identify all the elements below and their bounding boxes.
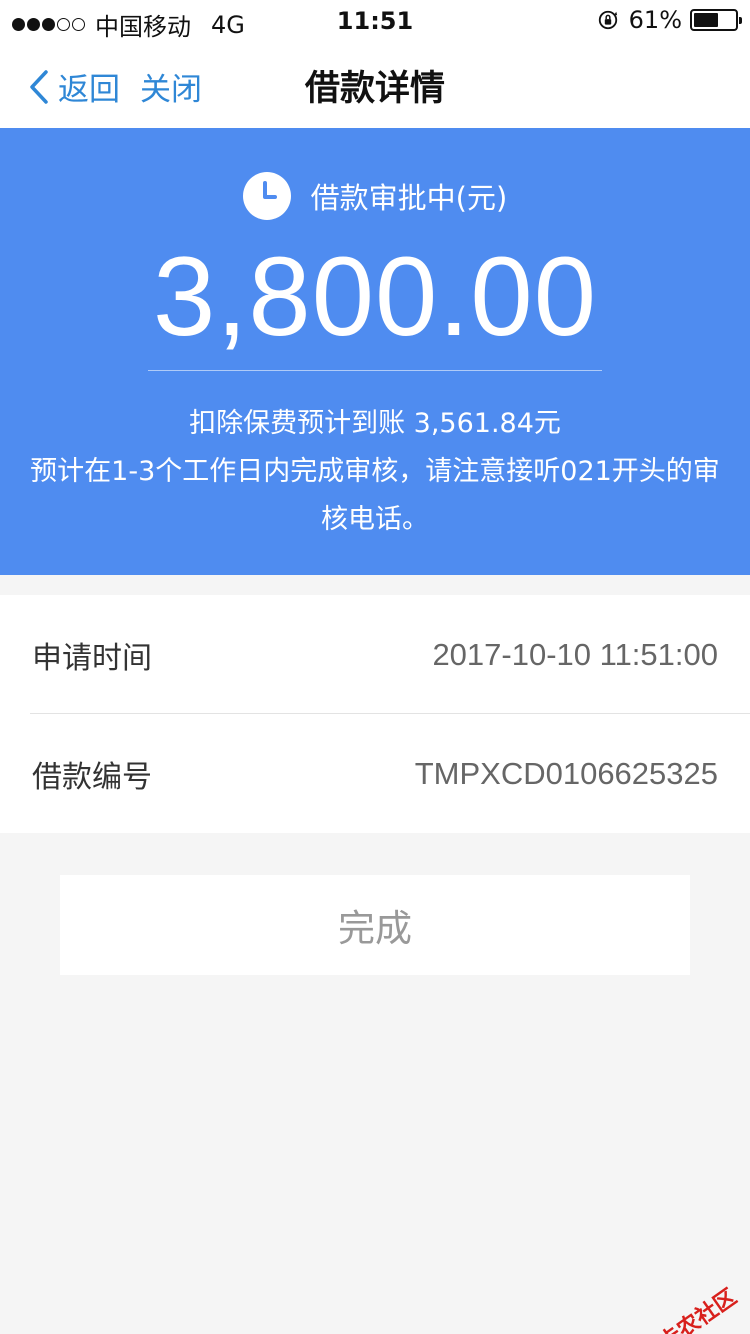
- loan-note: 扣除保费预计到账 3,561.84元 预计在1-3个工作日内完成审核，请注意接听…: [30, 400, 720, 544]
- loan-status-header: 借款审批中(元) 3,800.00 扣除保费预计到账 3,561.84元 预计在…: [0, 128, 750, 575]
- battery-icon: [690, 9, 742, 31]
- watermark: 卡农社区: [624, 1280, 742, 1334]
- clock-icon: [242, 172, 291, 220]
- detail-row-loan-number: 借款编号 TMPXCD0106625325: [0, 714, 750, 833]
- divider: [148, 370, 602, 371]
- loan-status-label: 借款审批中(元): [310, 181, 508, 215]
- rotation-lock-icon: [598, 10, 617, 30]
- navigation-bar: 返回 关闭 借款详情: [0, 40, 750, 128]
- page-title: 借款详情: [304, 69, 445, 109]
- loan-status: 借款审批中(元): [0, 172, 750, 220]
- watermark-text: 卡农社区: [654, 1284, 742, 1334]
- detail-value: 2017-10-10 11:51:00: [432, 636, 718, 672]
- detail-value: TMPXCD0106625325: [414, 755, 718, 791]
- loan-details-list: 申请时间 2017-10-10 11:51:00 借款编号 TMPXCD0106…: [0, 595, 750, 833]
- detail-row-apply-time: 申请时间 2017-10-10 11:51:00: [0, 595, 750, 714]
- detail-label: 借款编号: [32, 759, 152, 795]
- review-note: 预计在1-3个工作日内完成审核，请注意接听021开头的审核电话。: [30, 456, 720, 535]
- battery-level: [694, 13, 719, 27]
- battery-percentage: 61%: [628, 6, 682, 34]
- loan-amount: 3,800.00: [153, 234, 597, 359]
- net-amount-note: 扣除保费预计到账 3,561.84元: [189, 408, 561, 439]
- status-bar: 中国移动 4G 11:51 61%: [0, 0, 750, 41]
- detail-label: 申请时间: [32, 640, 152, 676]
- status-right: 61%: [597, 6, 742, 34]
- done-button[interactable]: 完成: [60, 875, 690, 975]
